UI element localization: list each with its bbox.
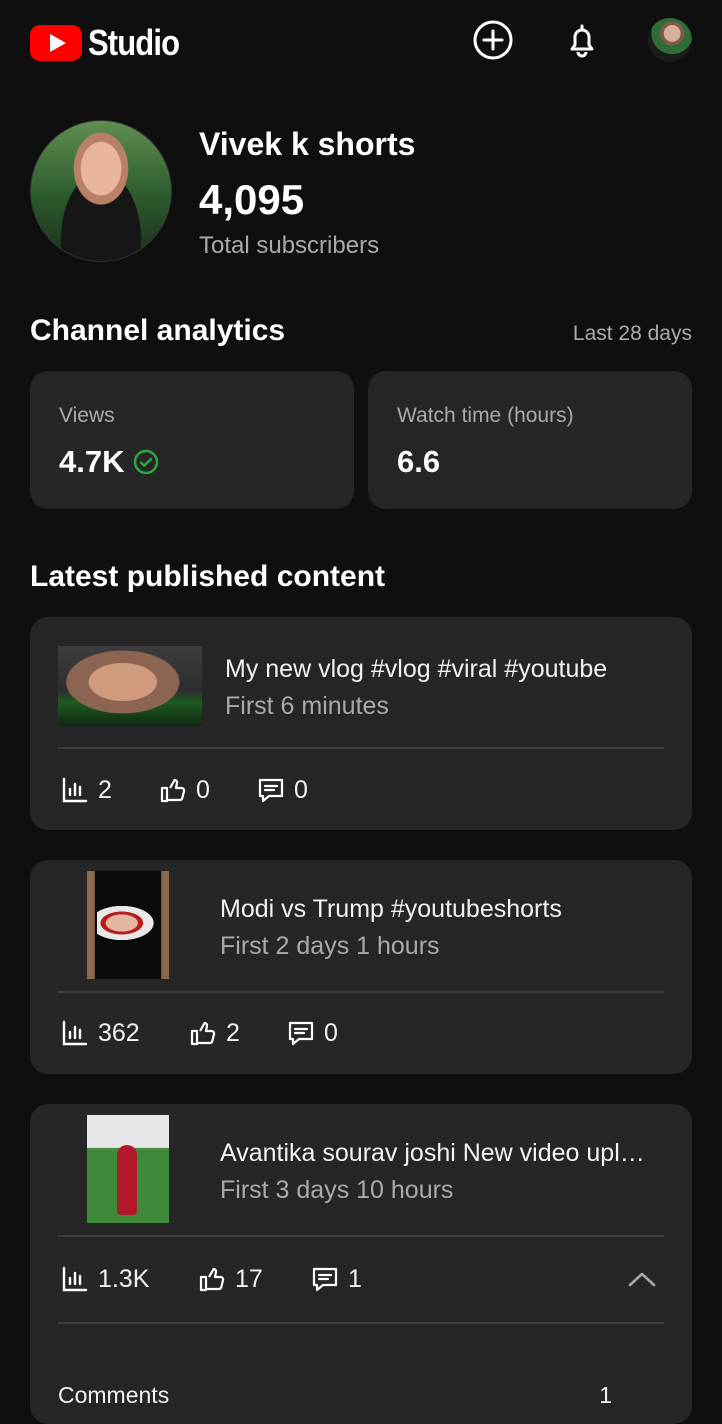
- bar-chart-icon: [62, 777, 88, 803]
- watch-time-card[interactable]: Watch time (hours) 6.6: [368, 371, 692, 509]
- youtube-play-icon: [30, 25, 82, 61]
- video-title: Avantika sourav joshi New video upl…: [220, 1139, 645, 1167]
- views-label: Views: [59, 404, 115, 427]
- video-period: First 6 minutes: [225, 692, 389, 720]
- comment-icon: [258, 778, 284, 803]
- bar-chart-icon: [62, 1266, 88, 1292]
- create-icon[interactable]: [471, 18, 515, 62]
- thumbs-up-icon: [199, 1267, 225, 1292]
- chevron-up-icon[interactable]: [626, 1264, 658, 1296]
- video-period: First 3 days 10 hours: [220, 1176, 454, 1204]
- views-value: 4.7K: [59, 444, 125, 479]
- divider: [58, 747, 664, 749]
- youtube-studio-logo[interactable]: Studio: [30, 22, 194, 64]
- views-value-row: 4.7K: [59, 444, 160, 480]
- subscriber-label: Total subscribers: [199, 232, 380, 259]
- likes-count: 17: [235, 1264, 263, 1293]
- divider: [58, 1235, 664, 1237]
- channel-header: Vivek k shorts 4,095 Total subscribers: [30, 120, 692, 270]
- views-card[interactable]: Views 4.7K: [30, 371, 354, 509]
- divider: [58, 1322, 664, 1324]
- thumbnail-image: [117, 1145, 137, 1215]
- watch-time-value: 6.6: [397, 444, 441, 479]
- analytics-period: Last 28 days: [572, 322, 692, 345]
- content-card[interactable]: Modi vs Trump #youtubeshorts First 2 day…: [30, 860, 692, 1074]
- views-metric: 1.3K: [60, 1264, 197, 1294]
- comments-label: Comments: [58, 1382, 170, 1408]
- comments-count: 0: [324, 1018, 338, 1047]
- comments-metric: 0: [256, 775, 308, 805]
- account-avatar[interactable]: [648, 18, 692, 62]
- comment-icon: [312, 1267, 338, 1292]
- video-metrics: 2 0 0: [60, 775, 308, 805]
- views-metric: 362: [60, 1018, 188, 1048]
- bar-chart-icon: [62, 1020, 88, 1046]
- likes-metric: 2: [188, 1018, 286, 1048]
- channel-name: Vivek k shorts: [199, 126, 416, 162]
- comments-value: 1: [599, 1382, 612, 1408]
- latest-content-title: Latest published content: [30, 560, 386, 593]
- likes-count: 2: [226, 1018, 240, 1047]
- bell-icon[interactable]: [560, 18, 604, 62]
- divider: [58, 991, 664, 993]
- likes-metric: 0: [158, 775, 256, 805]
- comments-count: 0: [294, 775, 308, 804]
- top-app-bar: Studio: [0, 0, 722, 80]
- likes-count: 0: [196, 775, 210, 804]
- video-title: My new vlog #vlog #viral #youtube: [225, 655, 608, 683]
- video-thumbnail[interactable]: [87, 1115, 169, 1223]
- comments-count: 1: [348, 1264, 362, 1293]
- channel-analytics-title: Channel analytics: [30, 314, 286, 347]
- thumbs-up-icon: [190, 1021, 216, 1046]
- content-card[interactable]: My new vlog #vlog #viral #youtube First …: [30, 617, 692, 830]
- thumbs-up-icon: [160, 778, 186, 803]
- views-count: 362: [98, 1018, 140, 1047]
- video-period: First 2 days 1 hours: [220, 932, 440, 960]
- likes-metric: 17: [197, 1264, 310, 1294]
- app-name: Studio: [88, 22, 180, 63]
- views-count: 2: [98, 775, 112, 804]
- video-metrics: 362 2 0: [60, 1018, 338, 1048]
- views-metric: 2: [60, 775, 158, 805]
- video-thumbnail[interactable]: [58, 646, 202, 726]
- comment-icon: [288, 1021, 314, 1046]
- video-thumbnail[interactable]: [87, 871, 169, 979]
- check-circle-icon: [134, 449, 159, 475]
- video-metrics: 1.3K 17 1: [60, 1264, 362, 1294]
- channel-avatar[interactable]: [30, 120, 172, 262]
- comments-metric: 1: [310, 1264, 362, 1294]
- comments-metric: 0: [286, 1018, 338, 1048]
- thumbnail-image: [97, 903, 159, 943]
- content-card[interactable]: Avantika sourav joshi New video upl… Fir…: [30, 1104, 692, 1424]
- views-count: 1.3K: [98, 1264, 150, 1293]
- subscriber-count: 4,095: [199, 176, 305, 223]
- video-title: Modi vs Trump #youtubeshorts: [220, 895, 562, 923]
- watch-time-label: Watch time (hours): [397, 404, 574, 427]
